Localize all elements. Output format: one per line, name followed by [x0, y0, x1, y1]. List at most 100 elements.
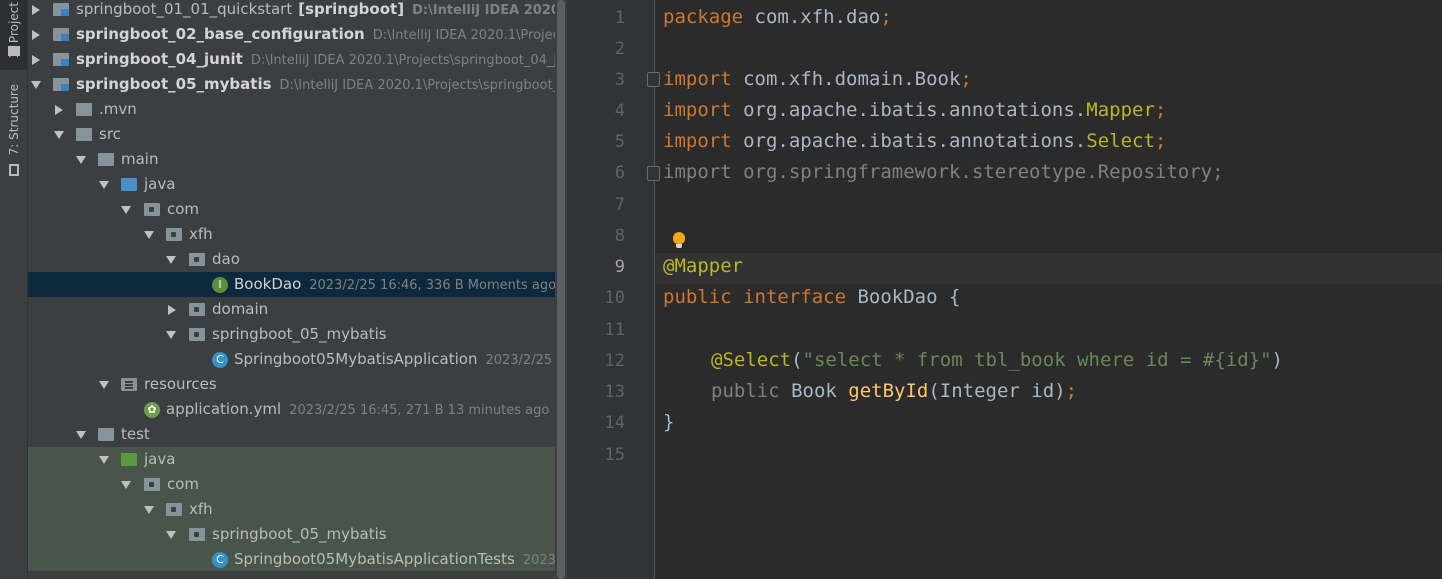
tree-row-folder[interactable]: test [28, 422, 555, 447]
tree-row-file[interactable]: ✿ application.yml 2023/2/25 16:45, 271 B … [28, 397, 555, 422]
spring-boot-class-icon: C [212, 352, 228, 368]
fold-marker-icon[interactable] [647, 72, 660, 87]
line-number: 4 [614, 101, 625, 121]
tree-item-label: xfh [189, 500, 213, 518]
tree-item-label: java [144, 450, 176, 468]
tree-item-label: springboot_05_mybatis [212, 325, 387, 343]
line-number: 2 [614, 39, 625, 59]
tree-item-path: D:\IntelliJ IDEA 2020.1\Projects\springb… [279, 78, 555, 93]
collapse-arrow-icon[interactable] [76, 156, 86, 164]
tree-item-label: springboot_02_base_configuration [76, 25, 365, 43]
project-tree-scrollbar[interactable] [555, 0, 567, 579]
tree-item-label: .mvn [99, 100, 137, 118]
collapse-arrow-icon[interactable] [144, 231, 154, 239]
structure-tool-tab[interactable]: 7: Structure [0, 80, 27, 180]
collapse-arrow-icon[interactable] [166, 331, 176, 339]
code-line-14: } [663, 411, 675, 433]
package-icon [144, 203, 160, 216]
tree-row-folder[interactable]: main [28, 147, 555, 172]
expand-arrow-icon[interactable] [168, 305, 176, 315]
code-line-13: public Book getById(Integer id); [711, 380, 1078, 402]
line-number: 8 [614, 226, 625, 246]
tree-row-package[interactable]: springboot_05_mybatis [28, 522, 555, 547]
line-number: 1 [614, 8, 625, 28]
line-number: 6 [614, 163, 625, 183]
line-number: 15 [604, 445, 625, 465]
collapse-arrow-icon[interactable] [144, 506, 154, 514]
tree-row-package[interactable]: xfh [28, 497, 555, 522]
collapse-arrow-icon[interactable] [31, 81, 41, 89]
collapse-arrow-icon[interactable] [99, 456, 109, 464]
interface-icon: I [212, 277, 228, 293]
collapse-arrow-icon[interactable] [54, 131, 64, 139]
tree-item-label: resources [144, 375, 217, 393]
line-number: 7 [614, 195, 625, 215]
code-line-12: @Select("select * from tbl_book where id… [711, 349, 1283, 371]
tree-item-label: dao [212, 250, 240, 268]
tree-row-package[interactable]: springboot_05_mybatis [28, 322, 555, 347]
tree-item-label: BookDao [234, 275, 302, 293]
tree-row-module[interactable]: springboot_02_base_configuration D:\Intel… [28, 22, 555, 47]
package-icon [189, 328, 205, 341]
tree-row-file-selected[interactable]: I BookDao 2023/2/25 16:46, 336 B Moments … [28, 272, 555, 297]
module-folder-icon [53, 53, 69, 66]
lightbulb-icon[interactable] [673, 232, 685, 248]
tree-row-file[interactable]: C Springboot05MybatisApplication 2023/2/2… [28, 347, 555, 372]
project-tool-tab[interactable]: 1: Project [0, 0, 27, 70]
tree-row-module[interactable]: springboot_04_junit D:\IntelliJ IDEA 2020… [28, 47, 555, 72]
current-line-highlight [655, 253, 1442, 284]
collapse-arrow-icon[interactable] [166, 531, 176, 539]
tree-item-label: com [167, 475, 200, 493]
tree-item-label: xfh [189, 225, 213, 243]
collapse-arrow-icon[interactable] [76, 431, 86, 439]
code-line-10: public interface BookDao { [663, 286, 961, 308]
tree-row-module[interactable]: springboot_05_mybatis D:\IntelliJ IDEA 20… [28, 72, 555, 97]
project-tree-panel: springboot_01_01_quickstart [springboot] D… [28, 0, 555, 579]
tree-item-label: main [121, 150, 159, 168]
line-number: 14 [604, 413, 625, 433]
line-number: 3 [614, 70, 625, 90]
code-line-1: package com.xfh.dao; [663, 6, 892, 28]
structure-icon [9, 164, 19, 176]
package-icon [189, 528, 205, 541]
expand-arrow-icon[interactable] [32, 30, 40, 40]
tree-row-source-root[interactable]: java [28, 172, 555, 197]
collapse-arrow-icon[interactable] [99, 181, 109, 189]
collapse-arrow-icon[interactable] [121, 481, 131, 489]
tree-row-folder[interactable]: .mvn [28, 97, 555, 122]
tree-row-package[interactable]: com [28, 472, 555, 497]
expand-arrow-icon[interactable] [55, 105, 63, 115]
tree-row-package[interactable]: dao [28, 247, 555, 272]
expand-arrow-icon[interactable] [32, 55, 40, 65]
tree-item-meta: 2023/2/25 16:45, 271 B 13 minutes ago [289, 403, 550, 418]
folder-icon [98, 153, 114, 166]
folder-icon [98, 428, 114, 441]
fold-marker-icon[interactable] [647, 166, 660, 181]
tree-item-label: domain [212, 300, 269, 318]
module-folder-icon [53, 28, 69, 41]
tree-row-package[interactable]: xfh [28, 222, 555, 247]
tree-row-file[interactable]: C Springboot05MybatisApplicationTests 202… [28, 547, 555, 572]
tree-row-module[interactable]: springboot_01_01_quickstart [springboot] D… [28, 0, 555, 22]
collapse-arrow-icon[interactable] [121, 206, 131, 214]
package-icon [144, 478, 160, 491]
tree-item-label: Springboot05MybatisApplication [234, 350, 478, 368]
spring-config-icon: ✿ [144, 402, 160, 418]
code-line-3: import com.xfh.domain.Book; [663, 68, 972, 90]
tree-row-package[interactable]: domain [28, 297, 555, 322]
editor-gutter: 1 2 3 4 5 6 7 8 9 10 11 12 13 14 15 [567, 0, 655, 579]
package-icon [166, 228, 182, 241]
tree-row-test-root[interactable]: java [28, 447, 555, 472]
tree-row-folder[interactable]: src [28, 122, 555, 147]
tree-item-path: D:\IntelliJ IDEA 2020.1\Projects\springb… [372, 28, 555, 43]
collapse-arrow-icon[interactable] [166, 256, 176, 264]
line-number-current: 9 [614, 257, 625, 277]
collapse-arrow-icon[interactable] [99, 381, 109, 389]
tree-row-package[interactable]: com [28, 197, 555, 222]
scrollbar-thumb[interactable] [557, 0, 565, 579]
tree-item-label: java [144, 175, 176, 193]
module-folder-icon [53, 78, 69, 91]
expand-arrow-icon[interactable] [32, 5, 40, 15]
tree-item-path: D:\IntelliJ IDEA 2020.1\Projects\springb… [250, 53, 555, 68]
tree-row-resources[interactable]: resources [28, 372, 555, 397]
